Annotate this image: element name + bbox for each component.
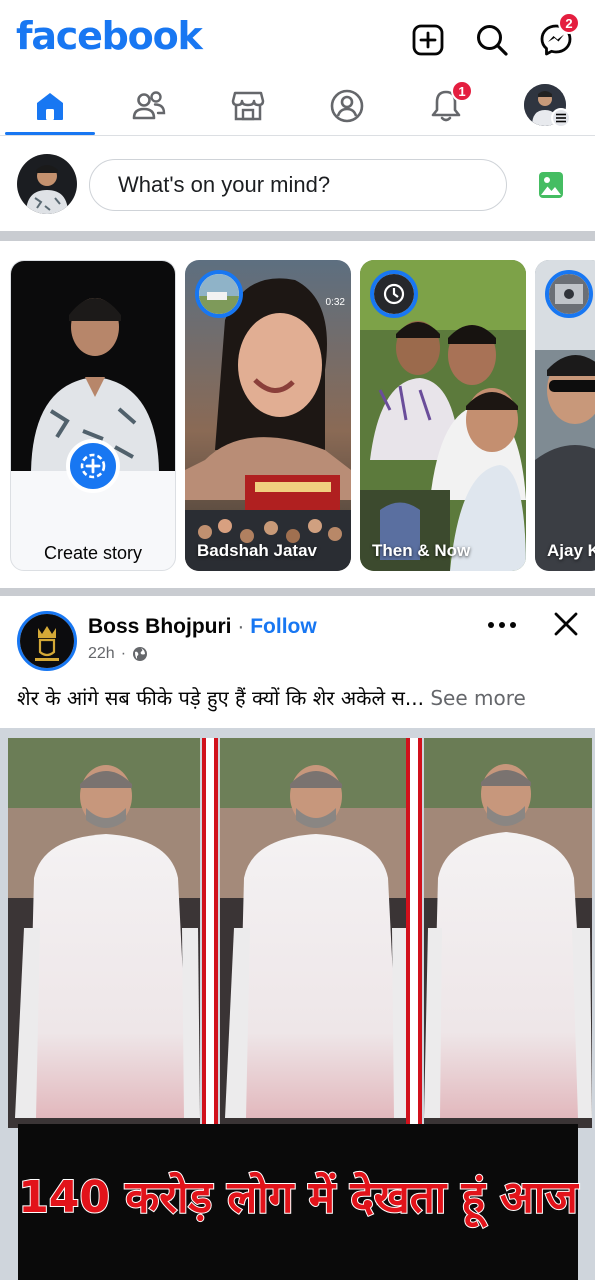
plus-square-icon [412, 24, 444, 56]
messenger-badge: 2 [558, 12, 580, 34]
tab-profile[interactable] [302, 80, 392, 132]
post-image-caption-banner: 140 करोड़ लोग में देखता हूं आज [17, 1124, 579, 1280]
stories-tray: Create story 0:32 Badshah Jatav Then & N… [0, 241, 595, 588]
photo-button[interactable] [532, 167, 570, 203]
photo-icon [539, 172, 563, 198]
more-horizontal-icon [488, 622, 516, 628]
section-divider [0, 588, 595, 596]
story-author-avatar [545, 270, 593, 318]
add-icon [80, 453, 106, 479]
story-card[interactable]: Ajay K [535, 260, 595, 571]
story-author-avatar [195, 270, 243, 318]
notifications-badge: 1 [451, 80, 473, 102]
section-divider [0, 231, 595, 241]
see-more-link[interactable]: See more [430, 686, 525, 710]
search-button[interactable] [472, 18, 512, 62]
name-separator: · [237, 615, 245, 638]
create-story-card[interactable]: Create story [10, 260, 176, 571]
page-name[interactable]: Boss Bhojpuri [88, 615, 232, 638]
friends-icon [132, 91, 166, 120]
add-story-button[interactable] [66, 439, 120, 493]
post-caption: शेर के आंगे सब फीके पड़े हुए हैं क्यों क… [17, 684, 526, 711]
story-card[interactable]: Then & Now [360, 260, 526, 571]
post-time[interactable]: 22h [88, 645, 115, 663]
story-card[interactable]: 0:32 Badshah Jatav [185, 260, 351, 571]
menu-icon [551, 108, 571, 128]
top-bar: facebook 2 [0, 0, 595, 80]
story-duration: 0:32 [325, 297, 345, 308]
tab-friends[interactable] [104, 80, 194, 132]
post-caption-text: शेर के आंगे सब फीके पड़े हुए हैं क्यों क… [17, 686, 424, 710]
post-options-button[interactable] [482, 610, 522, 640]
active-tab-indicator [5, 132, 95, 135]
tab-home[interactable] [5, 80, 95, 132]
messenger-button[interactable]: 2 [536, 12, 580, 62]
facebook-logo[interactable]: facebook [16, 14, 203, 58]
create-story-label: Create story [43, 543, 143, 563]
create-button[interactable] [408, 18, 448, 62]
follow-button[interactable]: Follow [250, 615, 317, 638]
story-name: Ajay K [547, 541, 595, 560]
globe-icon [133, 647, 148, 661]
feed-post: Boss Bhojpuri · Follow 22h · शेर के आंगे… [0, 596, 595, 1280]
post-image-headline: 140 करोड़ लोग में देखता हूं आज [17, 1171, 579, 1224]
search-icon [477, 25, 508, 56]
post-meta: 22h · [88, 645, 148, 663]
tab-bar: 1 [0, 80, 595, 136]
tab-menu[interactable] [500, 80, 590, 132]
user-avatar[interactable] [17, 154, 77, 214]
tab-notifications[interactable]: 1 [401, 80, 491, 132]
hide-post-button[interactable] [548, 608, 584, 640]
post-header-line: Boss Bhojpuri · Follow [88, 615, 317, 639]
home-icon [37, 93, 63, 120]
post-composer: What's on your mind? [0, 137, 595, 231]
profile-icon [330, 89, 364, 123]
page-avatar[interactable] [17, 611, 77, 671]
story-author-avatar [370, 270, 418, 318]
whats-on-your-mind-input[interactable]: What's on your mind? [89, 159, 507, 211]
story-name: Then & Now [372, 541, 471, 560]
marketplace-icon [231, 91, 265, 121]
tab-marketplace[interactable] [203, 80, 293, 132]
story-name: Badshah Jatav [197, 541, 317, 560]
meta-separator: · [120, 645, 127, 662]
close-icon [554, 612, 578, 636]
